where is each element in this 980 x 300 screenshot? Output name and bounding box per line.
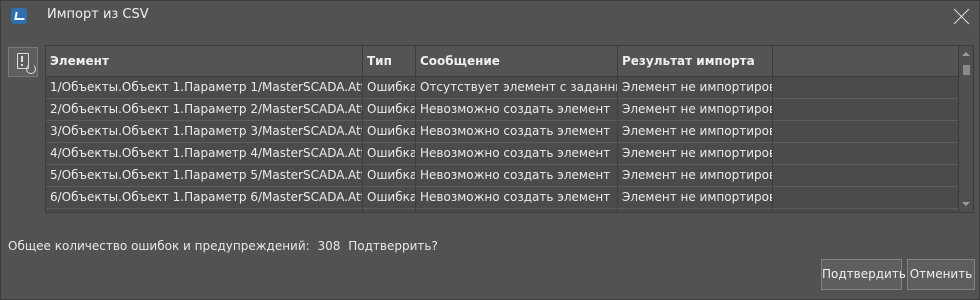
cell-type: Ошибка [363,186,416,208]
cell-message: Невозможно создать элемент [416,186,618,208]
cell-type: Ошибка [363,164,416,186]
close-icon[interactable] [953,7,971,25]
cancel-button[interactable]: Отменить [907,259,975,290]
cell-type: Ошибка [363,76,416,98]
cell-result: Элемент не импортирован [618,98,773,120]
column-header-element[interactable]: Элемент [46,46,363,76]
cell-element: 2/Объекты.Объект 1.Параметр 2/MasterSCAD… [46,98,363,120]
summary-line: Общее количество ошибок и предупреждений… [8,239,442,253]
document-warning-button[interactable] [8,47,38,77]
cell-type [363,208,416,212]
table-row[interactable]: 4/Объекты.Объект 1.Параметр 4/MasterSCAD… [46,142,958,165]
cell-extra [773,76,958,98]
cell-message: Невозможно создать элемент [416,98,618,120]
vertical-scrollbar[interactable] [958,46,973,212]
cell-result: Элемент не импортирован [618,142,773,164]
cell-result [618,208,773,212]
confirm-button[interactable]: Подтвердить [821,259,906,290]
cell-element: 1/Объекты.Объект 1.Параметр 1/MasterSCAD… [46,76,363,98]
cell-message: Невозможно создать элемент [416,120,618,142]
window-title: Импорт из CSV [47,7,149,22]
cell-type: Ошибка [363,120,416,142]
import-csv-dialog: Импорт из CSV Элемент Тип Сообщение Резу… [0,0,980,300]
cell-extra [773,208,958,212]
cell-extra [773,164,958,186]
cell-message [416,208,618,212]
table-row[interactable]: 6/Объекты.Объект 1.Параметр 6/MasterSCAD… [46,186,958,209]
cell-element: 4/Объекты.Объект 1.Параметр 4/MasterSCAD… [46,142,363,164]
cell-message: Невозможно создать элемент [416,164,618,186]
cell-type: Ошибка [363,98,416,120]
cell-extra [773,142,958,164]
confirm-question: Подтверрить? [348,239,438,253]
table-row[interactable]: 1/Объекты.Объект 1.Параметр 1/MasterSCAD… [46,76,958,99]
scroll-down-icon[interactable] [962,202,970,206]
summary-label: Общее количество ошибок и предупреждений… [8,239,310,253]
errors-table[interactable]: Элемент Тип Сообщение Результат импорта … [45,45,974,213]
cell-element [46,208,363,212]
cell-result: Элемент не импортирован [618,76,773,98]
cell-result: Элемент не импортирован [618,164,773,186]
cell-type: Ошибка [363,142,416,164]
cell-message: Невозможно создать элемент [416,142,618,164]
cell-result: Элемент не импортирован [618,120,773,142]
table-row[interactable]: 3/Объекты.Объект 1.Параметр 3/MasterSCAD… [46,120,958,143]
column-header-type[interactable]: Тип [363,46,416,76]
app-logo-icon [11,8,27,24]
table-row[interactable]: 5/Объекты.Объект 1.Параметр 5/MasterSCAD… [46,164,958,187]
scroll-thumb[interactable] [963,65,970,75]
title-bar: Импорт из CSV [1,1,979,31]
scroll-up-icon[interactable] [962,52,970,56]
cell-element: 6/Объекты.Объект 1.Параметр 6/MasterSCAD… [46,186,363,208]
cell-extra [773,186,958,208]
table-header: Элемент Тип Сообщение Результат импорта [46,46,958,77]
cell-message: Отсутствует элемент с заданным ID [416,76,618,98]
cell-extra [773,120,958,142]
table-row[interactable] [46,208,958,212]
column-header-message[interactable]: Сообщение [416,46,618,76]
table-row[interactable]: 2/Объекты.Объект 1.Параметр 2/MasterSCAD… [46,98,958,121]
cell-result: Элемент не импортирован [618,186,773,208]
column-header-result[interactable]: Результат импорта [618,46,773,76]
error-count: 308 [317,239,341,253]
cell-extra [773,98,958,120]
column-header-empty [773,46,958,76]
cell-element: 3/Объекты.Объект 1.Параметр 3/MasterSCAD… [46,120,363,142]
cell-element: 5/Объекты.Объект 1.Параметр 5/MasterSCAD… [46,164,363,186]
